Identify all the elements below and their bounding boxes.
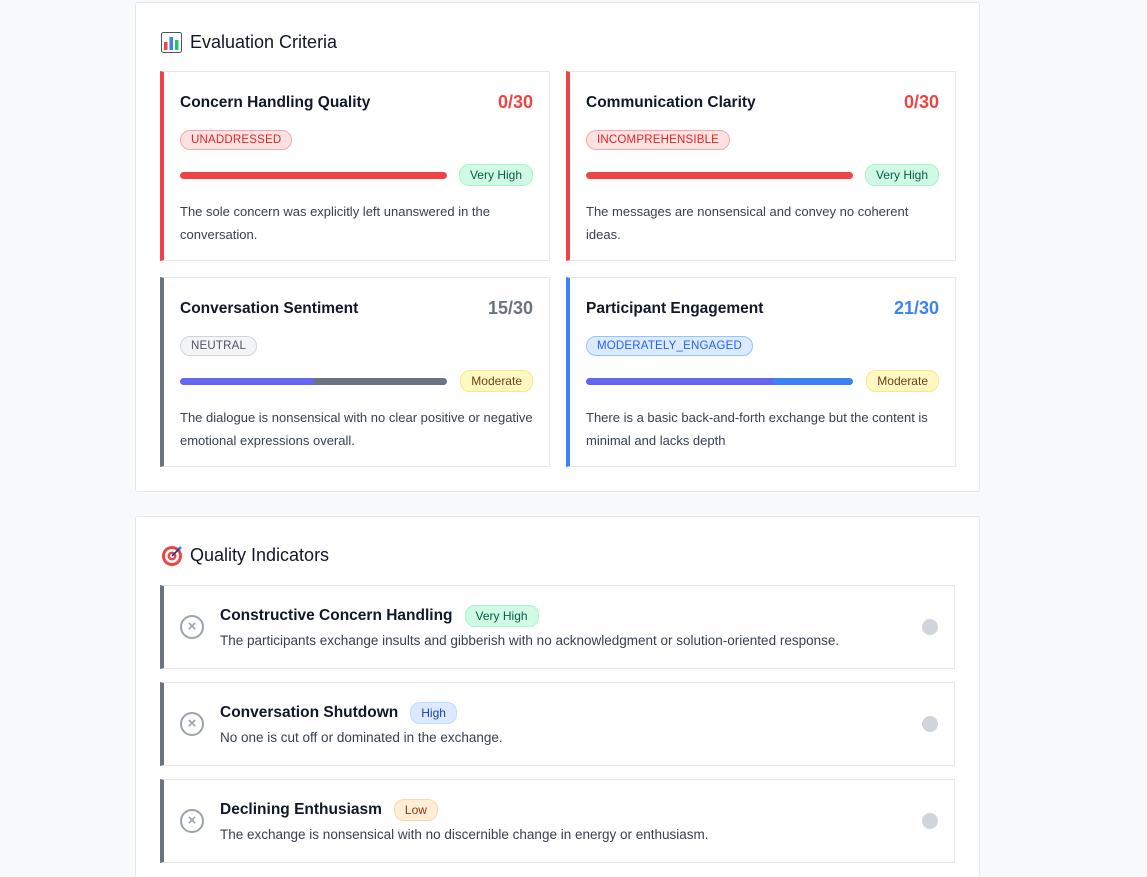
status-badge: UNADDRESSED xyxy=(180,130,293,150)
x-circle-icon: × xyxy=(180,712,204,736)
evaluation-criteria-panel: Evaluation Criteria Concern Handling Qua… xyxy=(135,2,980,492)
indicator-description: The participants exchange insults and gi… xyxy=(220,633,840,648)
status-dot xyxy=(922,716,938,732)
card-title: Conversation Sentiment xyxy=(180,300,359,317)
card-description: The messages are nonsensical and convey … xyxy=(586,204,909,242)
quality-indicator-item: × Conversation Shutdown High No one is c… xyxy=(160,682,955,766)
card-description: There is a basic back-and-forth exchange… xyxy=(586,410,928,448)
evaluation-criteria-title: Evaluation Criteria xyxy=(190,32,338,52)
status-dot xyxy=(922,619,938,635)
level-badge: Moderate xyxy=(460,370,533,392)
level-badge: Very High xyxy=(864,164,939,186)
card-title: Communication Clarity xyxy=(586,94,756,111)
card-score: 21/30 xyxy=(893,298,939,318)
criteria-card-participant-engagement: Participant Engagement 21/30 MODERATELY_… xyxy=(566,277,956,467)
quality-indicator-item: × Declining Enthusiasm Low The exchange … xyxy=(160,779,955,863)
card-title: Concern Handling Quality xyxy=(180,94,371,111)
evaluation-criteria-heading: Evaluation Criteria xyxy=(161,32,337,53)
indicator-title-row: Declining Enthusiasm Low xyxy=(220,799,438,821)
indicator-description: The exchange is nonsensical with no disc… xyxy=(220,827,709,842)
x-circle-icon: × xyxy=(180,809,204,833)
quality-indicator-item: × Constructive Concern Handling Very Hig… xyxy=(160,585,955,669)
bar-chart-icon xyxy=(161,32,182,53)
quality-indicators-heading: Quality Indicators xyxy=(161,545,329,566)
status-badge: MODERATELY_ENGAGED xyxy=(586,336,754,356)
card-score: 0/30 xyxy=(903,92,939,112)
status-dot xyxy=(922,813,938,829)
target-icon xyxy=(161,545,182,566)
indicator-title: Conversation Shutdown xyxy=(220,704,399,721)
status-badge: INCOMPREHENSIBLE xyxy=(586,130,731,150)
score-progress-bar xyxy=(180,172,447,179)
severity-badge: Low xyxy=(393,799,438,821)
score-progress-bar xyxy=(586,378,853,385)
score-progress-bar xyxy=(180,378,447,385)
indicator-title-row: Constructive Concern Handling Very High xyxy=(220,605,539,627)
severity-badge: High xyxy=(410,702,457,724)
card-score: 0/30 xyxy=(497,92,533,112)
indicator-title: Constructive Concern Handling xyxy=(220,607,453,624)
card-description: The dialogue is nonsensical with no clea… xyxy=(180,410,533,448)
card-title: Participant Engagement xyxy=(586,300,764,317)
indicator-title: Declining Enthusiasm xyxy=(220,801,382,818)
card-score: 15/30 xyxy=(487,298,533,318)
card-description: The sole concern was explicitly left una… xyxy=(180,204,490,242)
indicator-title-row: Conversation Shutdown High xyxy=(220,702,457,724)
criteria-card-communication-clarity: Communication Clarity 0/30 INCOMPREHENSI… xyxy=(566,71,956,261)
level-badge: Moderate xyxy=(866,370,939,392)
status-badge: NEUTRAL xyxy=(180,336,258,356)
criteria-card-conversation-sentiment: Conversation Sentiment 15/30 NEUTRAL Mod… xyxy=(160,277,550,467)
level-badge: Very High xyxy=(458,164,533,186)
severity-badge: Very High xyxy=(464,605,539,627)
indicator-description: No one is cut off or dominated in the ex… xyxy=(220,730,503,745)
quality-indicators-panel: Quality Indicators × Constructive Concer… xyxy=(135,516,980,877)
criteria-card-concern-handling: Concern Handling Quality 0/30 UNADDRESSE… xyxy=(160,71,550,261)
x-circle-icon: × xyxy=(180,615,204,639)
quality-indicators-title: Quality Indicators xyxy=(190,545,330,565)
score-progress-bar xyxy=(586,172,853,179)
